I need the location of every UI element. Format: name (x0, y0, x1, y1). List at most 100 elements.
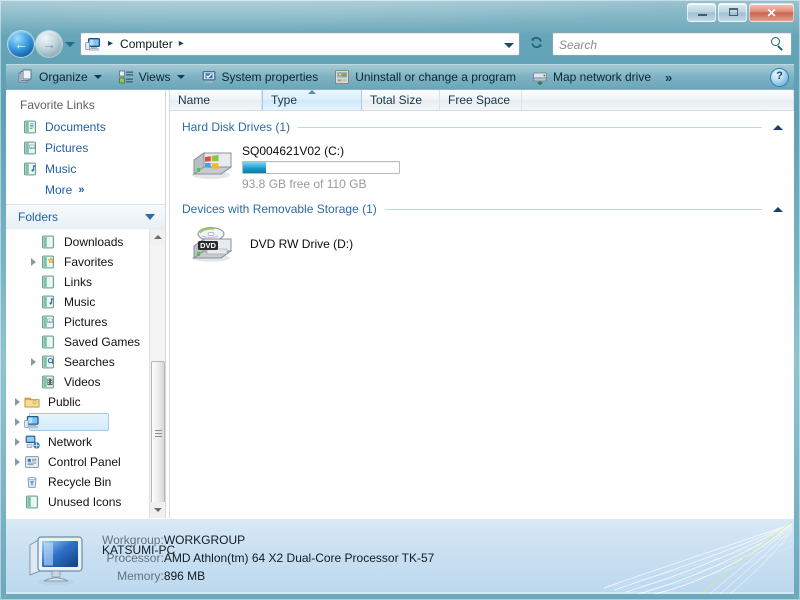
maximize-icon (729, 8, 738, 16)
aero-swoosh-decoration (534, 519, 794, 594)
uninstall-or-change-a-program-button[interactable]: Uninstall or change a program (326, 66, 524, 88)
more-label: More (45, 182, 73, 197)
close-button[interactable]: ✕ (749, 3, 794, 22)
scrollbar-thumb[interactable] (151, 361, 165, 505)
organize-button[interactable]: Organize (10, 66, 110, 88)
search-icon (771, 37, 785, 51)
folder-tree-scrollbar[interactable] (149, 229, 165, 518)
help-icon: ? (776, 70, 783, 82)
drive-info: SQ004621V02 (C:) 93.8 GB free of 110 GB (242, 142, 400, 191)
map-network-drive-button[interactable]: Map network drive (524, 66, 659, 88)
breadcrumb-separator-root[interactable]: ▸ (104, 39, 118, 49)
tree-item-favorites[interactable]: Favorites (6, 252, 151, 272)
chevron-up-icon[interactable] (770, 201, 786, 217)
folder-icon (24, 494, 40, 510)
pictures-folder-icon (40, 314, 56, 330)
favorite-links-more-button[interactable]: More » (6, 179, 165, 200)
group-header[interactable]: Devices with Removable Storage (1) (170, 200, 794, 218)
folders-header[interactable]: Folders (6, 204, 165, 228)
tree-item-music[interactable]: Music (6, 292, 151, 312)
search-box[interactable] (552, 32, 792, 56)
tree-item-control-panel[interactable]: Control Panel (6, 452, 151, 472)
tree-item-label: Network (48, 435, 93, 449)
help-button[interactable]: ? (771, 69, 788, 86)
explorer-body: Favorite Links Documents Pictures Music Mo… (6, 90, 794, 518)
group-divider-line (384, 208, 762, 210)
expand-triangle-icon[interactable] (28, 352, 40, 372)
favorite-links-title: Favorite Links (20, 98, 95, 112)
expand-triangle-icon[interactable] (12, 412, 24, 432)
chevron-down-icon[interactable] (145, 213, 155, 220)
map-network-drive-label: Map network drive (552, 70, 652, 84)
column-header-name[interactable]: Name (170, 90, 262, 110)
details-pane: KATSUMI-PC Workgroup: WORKGROUP Processor:… (6, 518, 794, 594)
system-properties-button[interactable]: System properties (193, 66, 327, 88)
tree-item-unused-icons[interactable]: Unused Icons (6, 492, 151, 512)
views-button[interactable]: Views (110, 66, 193, 88)
favorites-folder-icon (40, 254, 56, 270)
tree-item-label: Recycle Bin (48, 475, 112, 489)
tree-item-computer[interactable]: Computer (6, 412, 151, 432)
group-header[interactable]: Hard Disk Drives (1) (170, 118, 794, 136)
drive-usage-bar (242, 161, 400, 174)
breadcrumb-item-computer[interactable]: Computer (118, 36, 175, 52)
column-header-total-size[interactable]: Total Size (362, 90, 440, 110)
column-header-type[interactable]: Type (262, 90, 362, 110)
favorite-link-music[interactable]: Music (6, 158, 165, 179)
searches-folder-icon (40, 354, 56, 370)
sort-ascending-icon (308, 90, 316, 94)
tree-item-public[interactable]: Public (6, 392, 151, 412)
tree-item-downloads[interactable]: Downloads (6, 232, 151, 252)
dvd-drive-icon: DVD (188, 224, 234, 264)
scroll-down-button[interactable] (150, 502, 165, 518)
uninstall-icon (334, 69, 350, 85)
tree-item-videos[interactable]: Videos (6, 372, 151, 392)
caption-button-group: ✕ (687, 3, 794, 22)
drive-item[interactable]: SQ004621V02 (C:) 93.8 GB free of 110 GB (170, 136, 794, 193)
details-label: Memory: (117, 569, 164, 583)
tree-item-label: Saved Games (64, 335, 141, 349)
tree-item-label: Links (64, 275, 93, 289)
maximize-button[interactable] (718, 3, 747, 22)
tree-item-links[interactable]: Links (6, 272, 151, 292)
favorite-link-documents[interactable]: Documents (6, 116, 165, 137)
minimize-button[interactable] (687, 3, 716, 22)
expand-triangle-icon[interactable] (12, 392, 24, 412)
back-button[interactable]: ← (8, 31, 34, 57)
navigation-pane: Favorite Links Documents Pictures Music Mo… (6, 90, 165, 518)
tree-item-label: Favorites (64, 255, 114, 269)
file-list-pane: Name Type Total Size Free Space Hard Disk D… (170, 90, 794, 518)
scroll-up-button[interactable] (150, 229, 165, 245)
window-bottom-edge (6, 592, 794, 594)
tree-selection-highlight (29, 413, 109, 431)
tree-item-saved-games[interactable]: Saved Games (6, 332, 151, 352)
column-header-free-space[interactable]: Free Space (440, 90, 522, 110)
breadcrumb-separator-trailing[interactable]: ▸ (175, 39, 189, 49)
address-bar[interactable]: ▸ Computer ▸ (80, 32, 520, 56)
recent-pages-dropdown[interactable] (64, 39, 76, 51)
computer-icon (24, 414, 40, 430)
favorite-link-pictures[interactable]: Pictures (6, 137, 165, 158)
forward-button[interactable]: → (36, 31, 62, 57)
title-bar: ✕ (0, 0, 800, 28)
refresh-button[interactable] (524, 32, 548, 56)
expand-triangle-icon[interactable] (12, 432, 24, 452)
tree-item-recycle-bin[interactable]: Recycle Bin (6, 472, 151, 492)
tree-item-network[interactable]: Network (6, 432, 151, 452)
search-input[interactable] (559, 36, 759, 53)
favorite-link-label: Music (45, 161, 77, 176)
drive-item[interactable]: DVD DVD RW Drive (D:) (170, 218, 794, 266)
expand-triangle-icon[interactable] (28, 252, 40, 272)
column-header-label: Type (271, 93, 298, 107)
tree-item-searches[interactable]: Searches (6, 352, 151, 372)
toolbar-overflow-button[interactable]: » (659, 70, 678, 85)
network-icon (24, 434, 40, 450)
chevron-up-icon[interactable] (770, 119, 786, 135)
address-history-dropdown[interactable] (501, 37, 517, 53)
tree-item-pictures[interactable]: Pictures (6, 312, 151, 332)
folder-icon (40, 234, 56, 250)
favorite-link-label: Documents (45, 119, 106, 134)
expand-triangle-icon[interactable] (12, 452, 24, 472)
